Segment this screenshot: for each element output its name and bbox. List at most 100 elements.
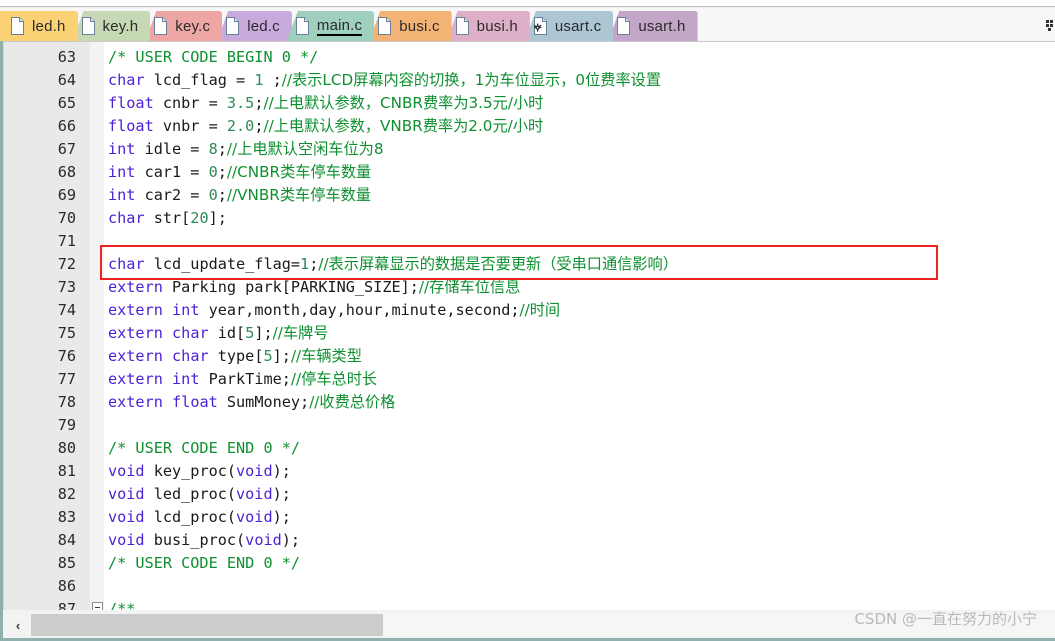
file-icon xyxy=(81,17,96,35)
file-tab-key-h[interactable]: key.h xyxy=(72,11,151,41)
code-token: void xyxy=(108,485,145,503)
code-line[interactable]: 75 extern char id[5];//车牌号 xyxy=(4,322,1055,345)
code-line[interactable]: 66 float vnbr = 2.0;//上电默认参数，VNBR费率为2.0元/… xyxy=(4,115,1055,138)
code-token: led_proc( xyxy=(144,485,237,503)
line-number: 67 xyxy=(57,140,76,158)
code-line-text: extern char type[5];//车辆类型 xyxy=(108,345,362,368)
code-token: char xyxy=(108,255,145,273)
horizontal-scroll-thumb[interactable] xyxy=(31,614,383,636)
code-token: void xyxy=(236,462,273,480)
file-icon xyxy=(455,17,470,35)
code-line-text: void lcd_proc(void); xyxy=(108,506,291,529)
line-number: 74 xyxy=(57,301,76,319)
code-line[interactable]: 65 float cnbr = 3.5;//上电默认参数，CNBR费率为3.5元/… xyxy=(4,92,1055,115)
code-token: 5 xyxy=(245,324,255,342)
code-token: car2 = xyxy=(135,186,209,204)
code-text-area[interactable]: 63 /* USER CODE BEGIN 0 */ 64 char lcd_flag… xyxy=(4,42,1055,610)
code-line[interactable]: 84 void busi_proc(void); xyxy=(4,529,1055,552)
code-line[interactable]: 79 xyxy=(4,414,1055,437)
code-line[interactable]: 83 void lcd_proc(void); xyxy=(4,506,1055,529)
code-line-text: void key_proc(void); xyxy=(108,460,291,483)
code-line[interactable]: 73 extern Parking park[PARKING_SIZE];//存储… xyxy=(4,276,1055,299)
code-line-text: extern int year,month,day,hour,minute,se… xyxy=(108,299,560,322)
code-line-text: float vnbr = 2.0;//上电默认参数，VNBR费率为2.0元/小时 xyxy=(108,115,543,138)
code-line[interactable]: 72 char lcd_update_flag=1;//表示屏幕显示的数据是否要更… xyxy=(4,253,1055,276)
window-top-strip xyxy=(0,0,1055,7)
code-token: 1 xyxy=(300,255,310,273)
code-line[interactable]: 82 void led_proc(void); xyxy=(4,483,1055,506)
code-line-text: char str[20]; xyxy=(108,207,227,230)
code-line[interactable]: 78 extern float SumMoney;//收费总价格 xyxy=(4,391,1055,414)
code-line[interactable]: 74 extern int year,month,day,hour,minute,… xyxy=(4,299,1055,322)
code-token: extern xyxy=(108,301,163,319)
line-number: 68 xyxy=(57,163,76,181)
code-line[interactable]: 70 char str[20]; xyxy=(4,207,1055,230)
code-token: //CNBR类车停车数量 xyxy=(226,163,372,181)
code-token: vnbr = xyxy=(153,117,227,135)
code-editor[interactable]: 63 /* USER CODE BEGIN 0 */ 64 char lcd_flag… xyxy=(0,41,1055,610)
file-tab-led-h[interactable]: led.h xyxy=(0,11,78,41)
file-tab-label: led.h xyxy=(32,17,66,35)
code-token: 20 xyxy=(190,209,209,227)
line-number: 86 xyxy=(57,577,76,595)
line-number: 75 xyxy=(57,324,76,342)
code-token: idle = xyxy=(135,140,209,158)
code-token: //存储车位信息 xyxy=(418,278,521,296)
code-line[interactable]: 64 char lcd_flag = 1 ;//表示LCD屏幕内容的切换，1为车位… xyxy=(4,69,1055,92)
line-number: 66 xyxy=(57,117,76,135)
file-tab-label: key.c xyxy=(175,17,211,35)
code-line[interactable]: 69 int car2 = 0;//VNBR类车停车数量 xyxy=(4,184,1055,207)
code-token: float xyxy=(172,393,218,411)
file-tab-key-c[interactable]: key.c xyxy=(145,11,223,41)
code-line[interactable]: 63 /* USER CODE BEGIN 0 */ xyxy=(4,46,1055,69)
code-token: void xyxy=(236,508,273,526)
tab-overflow-icon[interactable] xyxy=(1039,17,1053,33)
code-token: ]; xyxy=(254,324,273,342)
line-number: 84 xyxy=(57,531,76,549)
code-token: /* USER CODE END 0 */ xyxy=(108,439,301,457)
file-tab-busi-h[interactable]: busi.h xyxy=(446,11,530,41)
line-number: 71 xyxy=(57,232,76,250)
code-token: ; xyxy=(217,140,227,158)
file-tab-busi-c[interactable]: busi.c xyxy=(369,11,452,41)
fold-collapse-icon[interactable] xyxy=(92,602,103,610)
file-tab-led-c[interactable]: led.c xyxy=(217,11,292,41)
file-tab-label: usart.c xyxy=(554,17,602,35)
code-line[interactable]: 71 xyxy=(4,230,1055,253)
code-line[interactable]: 86 xyxy=(4,575,1055,598)
code-token: ]; xyxy=(208,209,227,227)
code-line-text: /* USER CODE BEGIN 0 */ xyxy=(108,46,318,69)
code-token: ParkTime; xyxy=(199,370,291,388)
code-token: char xyxy=(172,347,209,365)
code-line[interactable]: 68 int car1 = 0;//CNBR类车停车数量 xyxy=(4,161,1055,184)
code-line-text: int car2 = 0;//VNBR类车停车数量 xyxy=(108,184,371,207)
code-line[interactable]: 81 void key_proc(void); xyxy=(4,460,1055,483)
code-line-text: void led_proc(void); xyxy=(108,483,291,506)
file-icon xyxy=(295,17,310,35)
code-token: 0 xyxy=(208,186,218,204)
code-token: 5 xyxy=(263,347,273,365)
line-number: 78 xyxy=(57,393,76,411)
line-number: 70 xyxy=(57,209,76,227)
code-line[interactable]: 67 int idle = 8;//上电默认空闲车位为8 xyxy=(4,138,1055,161)
code-line-text: extern Parking park[PARKING_SIZE];//存储车位… xyxy=(108,276,520,299)
code-line-text: extern int ParkTime;//停车总时长 xyxy=(108,368,377,391)
code-line[interactable]: 76 extern char type[5];//车辆类型 xyxy=(4,345,1055,368)
code-token: extern xyxy=(108,278,163,296)
code-line[interactable]: 80 /* USER CODE END 0 */ xyxy=(4,437,1055,460)
file-tab-usart-c[interactable]: usart.c xyxy=(524,11,614,41)
code-line-text: int car1 = 0;//CNBR类车停车数量 xyxy=(108,161,371,184)
code-token: void xyxy=(245,531,282,549)
code-editor-surface[interactable]: 63 /* USER CODE BEGIN 0 */ 64 char lcd_flag… xyxy=(3,41,1055,610)
code-token: type[ xyxy=(208,347,264,365)
code-token: 8 xyxy=(208,140,218,158)
scroll-left-arrow-icon[interactable]: ‹ xyxy=(7,614,29,636)
file-tab-main-c[interactable]: main.c xyxy=(286,11,375,41)
code-line[interactable]: 77 extern int ParkTime;//停车总时长 xyxy=(4,368,1055,391)
line-number: 76 xyxy=(57,347,76,365)
line-number: 65 xyxy=(57,94,76,112)
code-token: 2.0 xyxy=(226,117,255,135)
code-line[interactable]: 85 /* USER CODE END 0 */ xyxy=(4,552,1055,575)
file-tab-usart-h[interactable]: usart.h xyxy=(608,11,698,41)
line-number: 80 xyxy=(57,439,76,457)
